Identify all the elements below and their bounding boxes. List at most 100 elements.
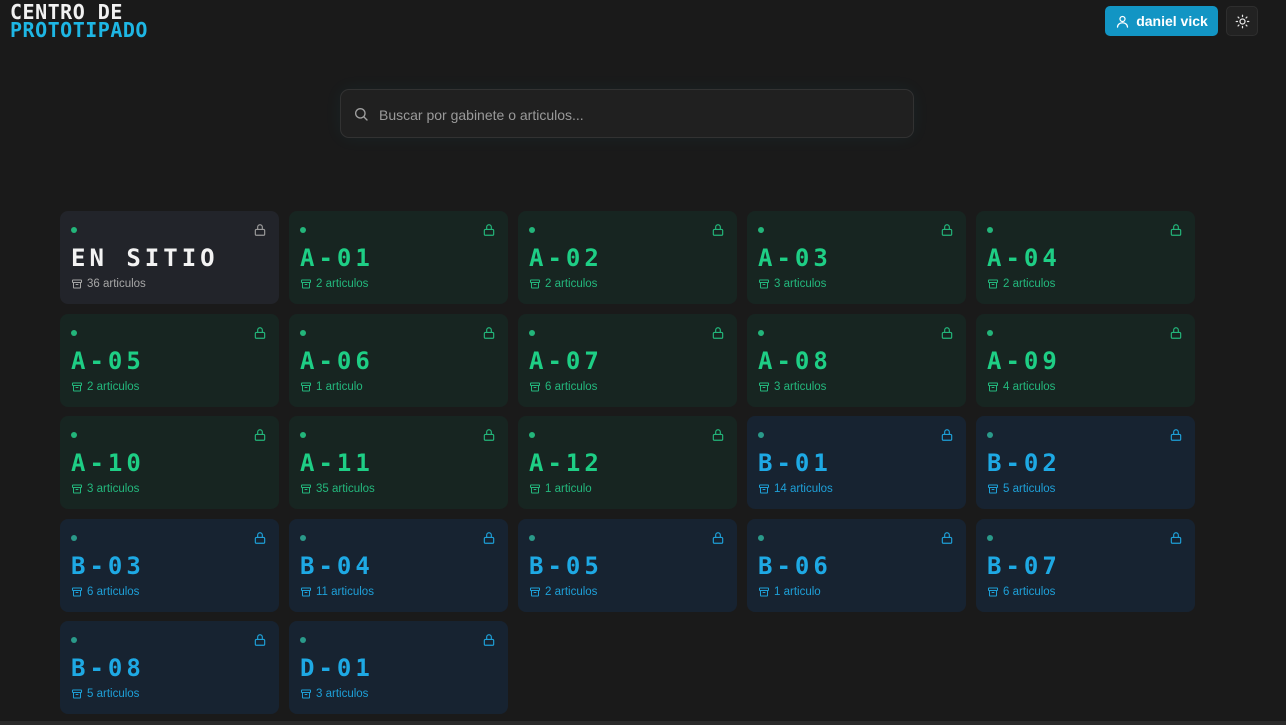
cabinet-card[interactable]: B-08 5 articulos [60, 621, 279, 714]
cabinet-card[interactable]: A-10 3 articulos [60, 416, 279, 509]
cabinet-name: B-06 [758, 551, 832, 580]
cabinet-name: A-07 [529, 346, 603, 375]
status-dot [529, 329, 535, 336]
status-dot [758, 329, 764, 336]
cabinet-name: B-03 [71, 551, 145, 580]
cabinet-card[interactable]: D-01 3 articulos [289, 621, 508, 714]
bottom-bar [0, 721, 1286, 725]
cabinet-name: B-05 [529, 551, 603, 580]
user-name: daniel vick [1136, 13, 1208, 29]
archive-icon [300, 688, 312, 700]
cabinet-card[interactable]: B-06 1 articulo [747, 518, 966, 612]
status-dot [987, 329, 993, 336]
archive-icon [758, 278, 770, 290]
cabinet-card[interactable]: A-01 2 articulos [289, 211, 508, 304]
item-count: 36 articulos [87, 278, 146, 290]
item-count: 2 articulos [87, 380, 140, 393]
cabinet-card[interactable]: A-07 6 articulos [518, 313, 737, 407]
cabinet-card[interactable]: A-02 2 articulos [518, 211, 737, 304]
archive-icon [987, 586, 999, 598]
cabinet-meta: 14 articulos [758, 483, 833, 495]
cabinet-card[interactable]: A-04 2 articulos [976, 211, 1195, 304]
cabinet-meta: 2 articulos [300, 278, 368, 290]
archive-icon [71, 688, 83, 700]
cabinet-name: A-06 [300, 346, 374, 375]
cabinet-name: A-01 [300, 244, 374, 272]
status-dot [71, 637, 77, 643]
archive-icon [529, 381, 541, 393]
cabinet-name: B-04 [300, 551, 374, 580]
status-dot [529, 432, 535, 438]
cabinet-meta: 35 articulos [300, 483, 375, 495]
cabinet-card[interactable]: A-09 4 articulos [976, 313, 1195, 407]
cabinet-card[interactable]: A-11 35 articulos [289, 416, 508, 509]
archive-icon [71, 586, 83, 598]
cabinet-card[interactable]: B-04 11 articulos [289, 518, 508, 612]
status-dot [758, 432, 764, 438]
archive-icon [71, 381, 83, 393]
cabinet-name: B-01 [758, 449, 832, 477]
item-count: 2 articulos [545, 278, 598, 290]
cabinet-card[interactable]: B-01 14 articulos [747, 416, 966, 509]
cabinet-card[interactable]: B-02 5 articulos [976, 416, 1195, 509]
archive-icon [71, 483, 83, 495]
archive-icon [300, 586, 312, 598]
archive-icon [987, 278, 999, 290]
cabinet-card[interactable]: A-05 2 articulos [60, 313, 279, 407]
item-count: 11 articulos [316, 585, 374, 598]
theme-toggle-button[interactable] [1226, 6, 1258, 36]
archive-icon [71, 278, 83, 290]
cabinet-meta: 3 articulos [71, 483, 139, 495]
status-dot [71, 534, 77, 541]
logo[interactable]: CENTRO DE PROTOTIPADO [10, 2, 148, 42]
item-count: 4 articulos [1003, 380, 1056, 393]
status-dot [71, 227, 77, 233]
cabinet-meta: 11 articulos [300, 586, 374, 598]
cabinet-name: B-02 [987, 449, 1061, 477]
item-count: 6 articulos [1003, 585, 1056, 598]
cabinet-meta: 2 articulos [529, 586, 597, 598]
status-dot [758, 534, 764, 541]
cabinet-card[interactable]: A-06 1 articulo [289, 313, 508, 407]
archive-icon [300, 381, 312, 393]
status-dot [71, 432, 77, 438]
cabinet-card[interactable]: EN SITIO 36 articulos [60, 211, 279, 304]
cabinet-card[interactable]: A-12 1 articulo [518, 416, 737, 509]
search-input[interactable] [377, 90, 901, 139]
item-count: 6 articulos [545, 380, 598, 393]
status-dot [529, 534, 535, 541]
cabinet-card[interactable]: A-03 3 articulos [747, 211, 966, 304]
cabinet-card[interactable]: B-07 6 articulos [976, 518, 1195, 612]
archive-icon [758, 483, 770, 495]
cabinet-name: A-02 [529, 244, 603, 272]
cabinet-card[interactable]: B-03 6 articulos [60, 518, 279, 612]
cabinet-meta: 3 articulos [758, 278, 826, 290]
cabinet-name: A-03 [758, 244, 832, 272]
status-dot [529, 227, 535, 233]
item-count: 3 articulos [774, 380, 827, 393]
item-count: 2 articulos [1003, 278, 1056, 290]
cabinet-meta: 2 articulos [987, 278, 1055, 290]
user-button[interactable]: daniel vick [1105, 6, 1218, 36]
cabinet-name: A-09 [987, 346, 1061, 375]
cabinet-name: A-04 [987, 244, 1061, 272]
cabinet-card[interactable]: A-08 3 articulos [747, 313, 966, 407]
item-count: 35 articulos [316, 483, 375, 495]
item-count: 5 articulos [87, 688, 140, 700]
cabinet-meta: 1 articulo [529, 483, 592, 495]
status-dot [300, 432, 306, 438]
archive-icon [300, 483, 312, 495]
cabinet-name: A-10 [71, 449, 145, 477]
cabinet-meta: 4 articulos [987, 381, 1055, 393]
cabinet-name: B-08 [71, 654, 145, 682]
status-dot [987, 432, 993, 438]
cabinet-card[interactable]: B-05 2 articulos [518, 518, 737, 612]
cabinet-meta: 36 articulos [71, 278, 146, 290]
sun-icon [1235, 14, 1250, 29]
cabinet-grid: EN SITIO 36 articulos A-01 2 articulos A-02 2… [60, 211, 1195, 714]
archive-icon [987, 483, 999, 495]
logo-line-2: PROTOTIPADO [10, 18, 148, 42]
user-icon [1115, 14, 1130, 29]
cabinet-name: A-11 [300, 449, 374, 477]
cabinet-meta: 2 articulos [71, 381, 139, 393]
